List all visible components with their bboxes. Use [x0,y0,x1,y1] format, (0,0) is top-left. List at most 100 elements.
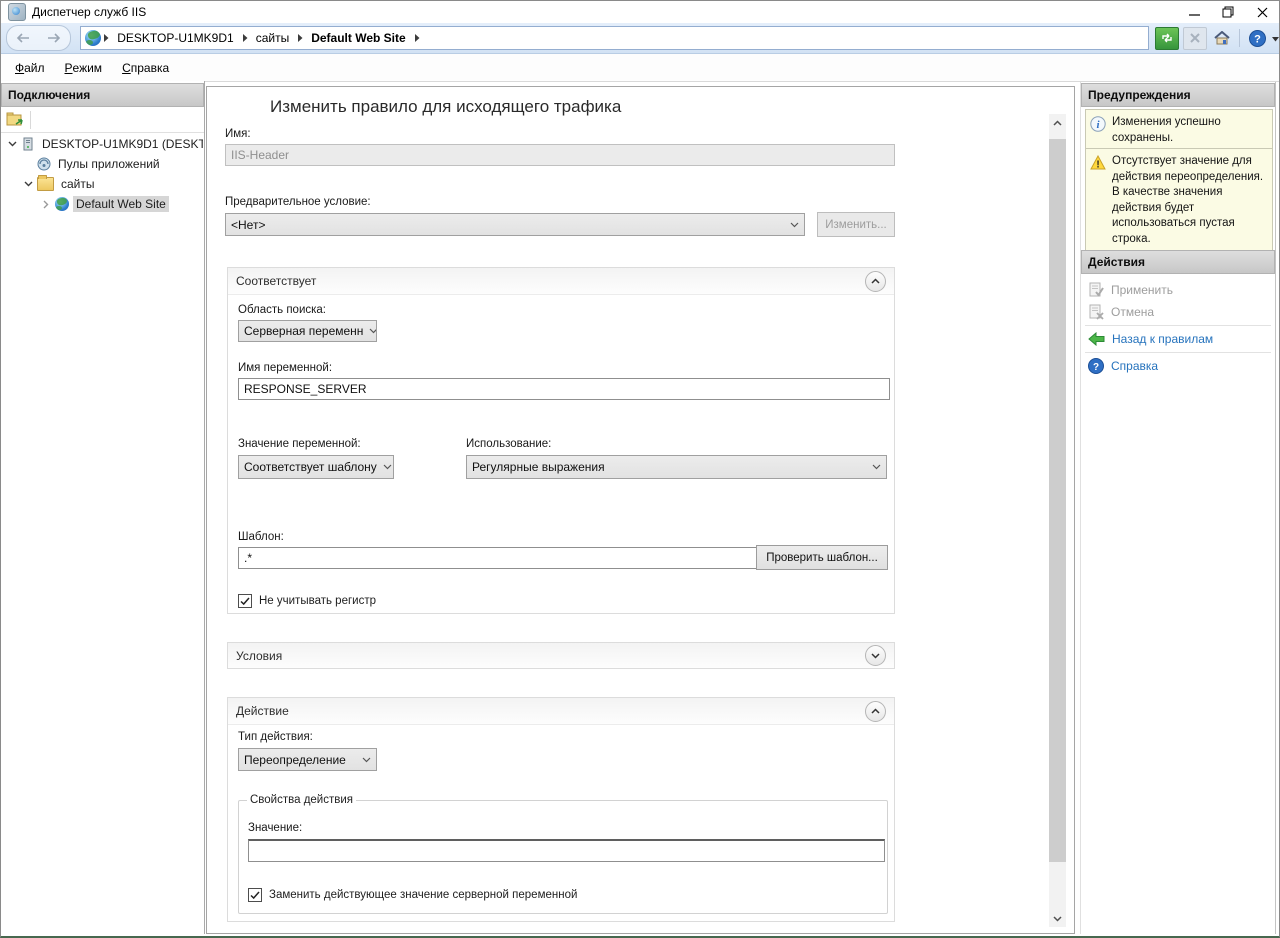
chevron-expanded-icon[interactable] [7,141,17,147]
using-label: Использование: [466,438,551,450]
breadcrumb-item-sites[interactable]: сайты [250,31,296,45]
conditions-section: Условия [227,642,895,669]
apply-label: Применить [1111,283,1173,297]
title-bar: Диспетчер служб IIS [1,1,1279,23]
close-button[interactable] [1245,1,1279,23]
breadcrumb-item-server[interactable]: DESKTOP-U1MK9D1 [111,31,239,45]
server-icon [21,137,35,151]
replace-label: Заменить действующее значение серверной … [269,889,577,901]
minimize-button[interactable] [1177,1,1211,23]
tree-item-app-pools[interactable]: Пулы приложений [37,154,203,174]
expand-button[interactable] [865,645,886,666]
collapse-button[interactable] [865,271,886,292]
scrollbar-thumb[interactable] [1049,139,1066,862]
name-label: Имя: [225,128,251,140]
chevron-expanded-icon[interactable] [23,181,33,187]
action-value-label: Значение: [248,822,302,834]
replace-checkbox[interactable] [248,888,262,902]
action-type-select[interactable]: Переопределение [238,748,377,771]
iis-manager-window: Диспетчер служб IIS DESKTOP-U1MK9D1 сайт… [0,0,1280,938]
alerts-header: Предупреждения [1081,83,1275,107]
create-connection-icon[interactable] [6,112,24,127]
scrollbar-down-button[interactable] [1049,910,1066,927]
back-to-rules-link[interactable]: Назад к правилам [1088,329,1213,349]
help-dropdown-icon[interactable] [1272,31,1279,45]
refresh-icon [1161,32,1173,44]
action-section: Действие Тип действия: Переопределение С… [227,697,895,922]
action-section-title: Действие [236,704,289,718]
precondition-select[interactable]: <Нет> [225,213,805,236]
breadcrumb-separator-icon[interactable] [240,34,250,42]
help-label: Справка [1111,359,1158,373]
alert-warning: ! Отсутствует значение для действия пере… [1085,148,1273,253]
action-properties-group: Свойства действия Значение: Заменить дей… [238,794,888,914]
tree-item-default-web-site[interactable]: Default Web Site [41,194,203,214]
restore-button[interactable] [1211,1,1245,23]
help-icon: ? [1249,30,1266,47]
variable-name-input[interactable] [238,378,890,400]
restore-icon [1222,6,1234,18]
chevron-down-icon [872,464,881,470]
variable-value-select[interactable]: Соответствует шаблону [238,455,394,479]
chevron-down-icon [369,328,377,334]
back-nav-icon[interactable] [16,33,30,43]
precondition-label: Предварительное условие: [225,196,371,208]
action-section-header[interactable]: Действие [228,698,894,725]
breadcrumb-separator-icon[interactable] [412,34,422,42]
site-globe-icon [55,197,69,211]
scrollbar-up-button[interactable] [1049,114,1066,131]
chevron-down-icon [1053,916,1062,922]
using-select[interactable]: Регулярные выражения [466,455,887,479]
pattern-label: Шаблон: [238,531,284,543]
address-bar: DESKTOP-U1MK9D1 сайты Default Web Site ? [1,23,1279,54]
check-icon [250,891,260,900]
ignore-case-checkbox[interactable] [238,594,252,608]
scope-label: Область поиска: [238,304,326,316]
stop-button [1183,27,1207,50]
tree-item-label: Default Web Site [73,196,169,212]
apply-action: Применить [1088,280,1173,300]
menu-item-file[interactable]: Файл [5,54,55,81]
name-field [225,144,895,166]
scrollbar[interactable] [1049,114,1066,927]
stop-icon [1190,33,1200,43]
address-box[interactable]: DESKTOP-U1MK9D1 сайты Default Web Site [80,26,1149,50]
pattern-input[interactable] [238,547,758,569]
tree-item-server[interactable]: DESKTOP-U1MK9D1 (DESKTOI [7,134,203,154]
minimize-icon [1189,7,1200,18]
menu-item-view[interactable]: Режим [55,54,113,81]
menu-item-help[interactable]: Справка [112,54,179,81]
feature-page: Изменить правило для исходящего трафика … [206,86,1075,934]
breadcrumb-separator-icon[interactable] [101,34,111,42]
breadcrumb-separator-icon[interactable] [295,34,305,42]
toolbar-divider [30,111,31,129]
svg-text:?: ? [1254,33,1261,45]
svg-text:?: ? [1093,362,1099,373]
conditions-section-header[interactable]: Условия [228,643,894,668]
chevron-up-icon [1053,120,1062,126]
tree-item-sites[interactable]: сайты [23,174,203,194]
help-button[interactable]: ? [1246,28,1268,49]
home-icon [1214,31,1230,45]
chevron-up-icon [871,278,880,284]
chevron-collapsed-icon[interactable] [41,200,51,209]
sites-folder-icon [37,177,54,191]
refresh-button[interactable] [1155,27,1179,50]
forward-nav-icon[interactable] [47,33,61,43]
help-link[interactable]: ? Справка [1088,356,1158,376]
breadcrumb-item-site[interactable]: Default Web Site [305,31,411,45]
collapse-button[interactable] [865,701,886,722]
toolbar-divider [1239,29,1240,47]
conditions-section-title: Условия [236,649,282,663]
test-pattern-button[interactable]: Проверить шаблон... [756,545,888,570]
help-icon: ? [1088,358,1104,374]
match-section: Соответствует Область поиска: Серверная … [227,267,895,614]
alert-text: Отсутствует значение для действия переоп… [1112,154,1268,247]
alert-info: i Изменения успешно сохранены. [1085,109,1273,152]
home-button[interactable] [1211,28,1233,49]
action-value-input[interactable] [248,839,885,862]
match-section-header[interactable]: Соответствует [228,268,894,295]
scope-select[interactable]: Серверная переменн [238,320,377,342]
variable-value-label: Значение переменной: [238,438,361,450]
actions-divider [1085,352,1271,353]
